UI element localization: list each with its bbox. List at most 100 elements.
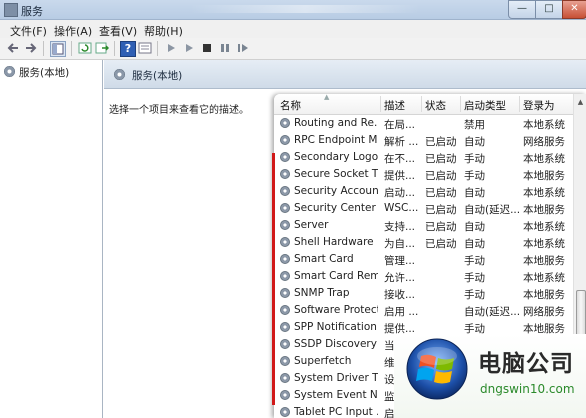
service-status-cell: 已启动 [425,204,457,216]
title-bar-blur [190,5,420,13]
table-row[interactable]: RPC Endpoint M... 解析 ... 已启动自动 网络服务 [274,132,574,149]
services-app-icon [4,3,18,17]
minimize-button[interactable]: — [508,0,536,19]
service-description-cell: 启用 ... [384,306,419,318]
service-gear-icon [280,305,290,315]
table-row[interactable]: Software Protect... 启用 ... 自动(延迟...网络服务 [274,302,574,319]
table-row[interactable]: Smart Card Rem... 允许... 手动 本地系统 [274,268,574,285]
toolbar-separator [43,41,44,56]
service-logon-cell: 本地系统 [523,238,565,250]
table-row[interactable]: Routing and Re... 在局... 禁用 本地系统 [274,115,574,132]
table-row[interactable]: Shell Hardware ... 为自... 已启动 自动 本地系统 [274,234,574,251]
column-header-log-on-as[interactable]: 登录为 [523,98,555,113]
service-gear-icon [280,237,290,247]
table-row[interactable]: Security Center WSC... 已启动 自动(延迟... 本地服务 [274,200,574,217]
service-name-cell: System Driver T... [294,372,378,384]
properties-icon[interactable] [138,41,152,55]
export-list-icon[interactable] [95,41,110,55]
toolbar: ? [0,38,586,60]
refresh-icon[interactable] [78,41,92,55]
service-gear-icon [280,339,290,349]
service-gear-icon [280,390,290,400]
start-service-icon[interactable] [164,41,178,55]
service-description-cell: 支持... [384,221,416,233]
service-gear-icon [280,118,290,128]
table-row[interactable]: SNMP Trap 接收... 手动 本地服务 [274,285,574,302]
service-logon-cell: 本地服务 [523,170,565,182]
service-status-cell: 已启动 [425,136,457,148]
service-logon-cell: 本地服务 [523,204,565,216]
table-row[interactable]: Security Account... 启动... 已启动自动 本地系统 [274,183,574,200]
service-gear-icon [280,186,290,196]
service-logon-cell: 本地服务 [523,255,565,267]
service-description-cell: 允许... [384,272,416,284]
service-startup-type-cell: 自动 [464,238,485,250]
table-row[interactable]: Server 支持... 已启动 自动 本地系统 [274,217,574,234]
service-description-cell: 解析 ... [384,136,419,148]
service-logon-cell: 本地系统 [523,272,565,284]
service-gear-icon [280,373,290,383]
pause-service-icon[interactable] [218,41,232,55]
red-highlight-line [272,153,275,405]
service-startup-type-cell: 自动(延迟... [464,306,520,318]
help-icon[interactable]: ? [120,41,136,57]
service-gear-icon [280,203,290,213]
service-gear-icon [280,169,290,179]
service-gear-icon [280,254,290,264]
service-description-cell: 在不... [384,153,416,165]
restart-service-icon[interactable] [236,41,250,55]
service-gear-icon [280,135,290,145]
service-name-cell: Tablet PC Input ... [294,406,378,418]
column-header-status[interactable]: 状态 [425,98,446,113]
service-name-cell: Superfetch [294,355,352,367]
table-row[interactable]: Smart Card 管理... 手动 本地服务 [274,251,574,268]
show-hide-tree-icon[interactable] [50,41,66,57]
details-header-title: 服务(本地) [132,70,183,82]
column-divider[interactable] [519,96,520,112]
column-divider[interactable] [460,96,461,112]
service-name-cell: SPP Notification ... [294,321,378,333]
service-name-cell: SNMP Trap [294,287,350,299]
menu-action[interactable]: 操作(A) [54,23,92,39]
tree-pane: 服务(本地) [0,60,103,418]
menu-file[interactable]: 文件(F) [10,23,47,39]
scroll-up-arrow-icon[interactable]: ▲ [574,96,586,108]
column-header-name[interactable]: 名称 [280,98,301,113]
details-header: 服务(本地) [104,60,586,89]
maximize-button[interactable]: □ [535,0,563,19]
service-gear-icon [280,288,290,298]
table-row[interactable]: Secure Socket T... 提供... 已启动 手动 本地服务 [274,166,574,183]
service-status-cell: 已启动 [425,187,457,199]
forward-icon[interactable] [24,41,38,55]
back-icon[interactable] [6,41,20,55]
tree-item-services-local[interactable]: 服务(本地) [4,65,69,80]
service-name-cell: Secondary Logon [294,151,378,163]
stop-service-icon[interactable] [200,41,214,55]
column-header-row: ▲ 名称 描述 状态 启动类型 登录为 [274,94,574,115]
start-alt-icon[interactable] [182,41,196,55]
column-header-startup-type[interactable]: 启动类型 [464,98,506,113]
column-divider[interactable] [380,96,381,112]
service-gear-icon [280,152,290,162]
toolbar-separator [157,41,158,56]
service-gear-icon [280,356,290,366]
menu-help[interactable]: 帮助(H) [144,23,183,39]
service-name-cell: Security Center [294,202,376,214]
column-header-description[interactable]: 描述 [384,98,405,113]
service-name-cell: System Event N... [294,389,378,401]
column-divider[interactable] [421,96,422,112]
service-description-cell: 提供... [384,170,416,182]
service-name-cell: Smart Card [294,253,354,265]
tree-item-label: 服务(本地) [19,67,70,79]
watermark-title: 电脑公司 [478,351,574,377]
service-gear-icon [280,271,290,281]
window-title: 服务 [21,5,43,18]
watermark: 电脑公司 dngswin10.com [394,334,586,418]
service-logon-cell: 本地系统 [523,119,565,131]
title-bar: 服务 — □ ✕ [0,0,586,20]
toolbar-separator [114,41,115,56]
sort-ascending-icon: ▲ [324,94,330,101]
close-button[interactable]: ✕ [562,0,586,19]
table-row[interactable]: Secondary Logon 在不... 已启动 手动 本地系统 [274,149,574,166]
menu-view[interactable]: 查看(V) [99,23,137,39]
